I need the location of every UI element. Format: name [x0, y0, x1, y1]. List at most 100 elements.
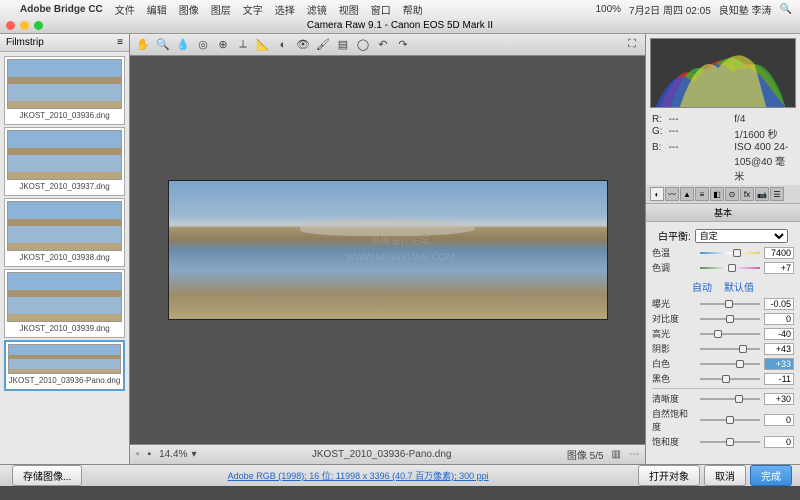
tab-split[interactable]: ◧ [710, 187, 724, 201]
slider-value[interactable]: -0.05 [764, 298, 794, 310]
battery-status: 100% [595, 4, 621, 15]
grad-tool[interactable]: ▤ [334, 37, 352, 53]
preview-image [168, 180, 608, 320]
slider-value[interactable]: +33 [764, 358, 794, 370]
slider-clarity: 清晰度 +30 [652, 392, 794, 405]
metadata: R:---f/4 G:---1/1600 秒 B:---ISO 400 24-1… [646, 112, 800, 185]
menu-file[interactable]: 文件 [115, 2, 135, 17]
slider-track[interactable] [700, 373, 760, 385]
slider-whites: 白色 +33 [652, 357, 794, 370]
sampler-tool[interactable]: ◎ [194, 37, 212, 53]
user-name[interactable]: 良知塾 李涛 [719, 2, 772, 17]
slider-value[interactable]: 0 [764, 414, 794, 426]
slider-track[interactable] [700, 298, 760, 310]
slider-value[interactable]: 0 [764, 436, 794, 448]
slider-track[interactable] [700, 313, 760, 325]
redeye-tool[interactable]: 👁 [294, 37, 312, 53]
auto-link[interactable]: 自动 [692, 279, 712, 294]
zoom-value[interactable]: 14.4% [159, 449, 187, 460]
tab-lens[interactable]: ⊙ [725, 187, 739, 201]
compare-icon[interactable]: ▥ [612, 449, 621, 460]
tab-basic[interactable]: ◐ [650, 187, 664, 201]
zoom-tool[interactable]: 🔍 [154, 37, 172, 53]
slider-track[interactable] [700, 414, 760, 426]
tab-hsl[interactable]: ≡ [695, 187, 709, 201]
hand-tool[interactable]: ✋ [134, 37, 152, 53]
slider-value[interactable]: 0 [764, 313, 794, 325]
slider-value[interactable]: +7 [764, 262, 794, 274]
tab-fx[interactable]: fx [740, 187, 754, 201]
close-window[interactable] [6, 21, 15, 30]
zoom-in[interactable]: ▪ [148, 449, 152, 460]
slider-exposure: 曝光 -0.05 [652, 297, 794, 310]
wb-picker-tool[interactable]: 💧 [174, 37, 192, 53]
window-title: Camera Raw 9.1 - Canon EOS 5D Mark II [307, 20, 493, 31]
slider-label: 白色 [652, 357, 696, 370]
app-name[interactable]: Adobe Bridge CC [20, 4, 103, 15]
current-filename: JKOST_2010_03936-Pano.dng [204, 449, 558, 460]
slider-value[interactable]: +30 [764, 393, 794, 405]
date-time: 7月2日 周四 02:05 [629, 2, 711, 17]
menu-view[interactable]: 视图 [339, 2, 359, 17]
filmstrip-menu-icon[interactable]: ≡ [117, 37, 123, 48]
tab-curve[interactable]: 〰 [665, 187, 679, 201]
zoom-out[interactable]: ▫ [136, 449, 140, 460]
crop-tool[interactable]: ⟂ [234, 37, 252, 53]
target-tool[interactable]: ⊕ [214, 37, 232, 53]
straighten-tool[interactable]: 📐 [254, 37, 272, 53]
menu-filter[interactable]: 滤镜 [307, 2, 327, 17]
menu-layer[interactable]: 图层 [211, 2, 231, 17]
slider-track[interactable] [700, 436, 760, 448]
cancel-button[interactable]: 取消 [704, 465, 746, 486]
menu-image[interactable]: 图像 [179, 2, 199, 17]
rating-icon[interactable]: ⋯ [629, 449, 639, 460]
slider-track[interactable] [700, 328, 760, 340]
slider-value[interactable]: +43 [764, 343, 794, 355]
spot-tool[interactable]: ◐ [274, 37, 292, 53]
slider-track[interactable] [700, 393, 760, 405]
workflow-link[interactable]: Adobe RGB (1998); 16 位; 11998 x 3396 (40… [82, 469, 634, 482]
preview-area[interactable]: 思缘设计论坛WWW.MISSYUAN.COM [130, 56, 645, 444]
wb-select[interactable]: 自定 [695, 229, 788, 243]
tab-detail[interactable]: ▲ [680, 187, 694, 201]
tab-camera[interactable]: 📷 [755, 187, 769, 201]
slider-track[interactable] [700, 262, 760, 274]
menu-window[interactable]: 窗口 [371, 2, 391, 17]
panel-title: 基本 [646, 204, 800, 222]
menu-select[interactable]: 选择 [275, 2, 295, 17]
brush-tool[interactable]: 🖌 [314, 37, 332, 53]
thumb-item[interactable]: JKOST_2010_03939.dng [4, 269, 125, 338]
rotate-cw[interactable]: ↷ [394, 37, 412, 53]
filmstrip-header: Filmstrip ≡ [0, 34, 129, 52]
window-titlebar: Camera Raw 9.1 - Canon EOS 5D Mark II [0, 18, 800, 34]
slider-track[interactable] [700, 358, 760, 370]
tab-preset[interactable]: ☰ [770, 187, 784, 201]
search-icon[interactable]: 🔍 [780, 4, 792, 15]
menu-text[interactable]: 文字 [243, 2, 263, 17]
menu-edit[interactable]: 编辑 [147, 2, 167, 17]
fullscreen-icon[interactable]: ⛶ [623, 37, 641, 53]
save-image-button[interactable]: 存储图像... [12, 465, 82, 486]
open-button[interactable]: 打开对象 [638, 465, 700, 486]
minimize-window[interactable] [20, 21, 29, 30]
thumb-item[interactable]: JKOST_2010_03937.dng [4, 127, 125, 196]
thumb-filename: JKOST_2010_03936-Pano.dng [8, 374, 121, 387]
slider-label: 自然饱和度 [652, 407, 696, 433]
maximize-window[interactable] [34, 21, 43, 30]
rotate-ccw[interactable]: ↶ [374, 37, 392, 53]
thumb-item[interactable]: JKOST_2010_03936.dng [4, 56, 125, 125]
default-link[interactable]: 默认值 [724, 279, 754, 294]
thumb-image [7, 272, 122, 322]
thumb-filename: JKOST_2010_03937.dng [7, 180, 122, 193]
thumb-item[interactable]: JKOST_2010_03936-Pano.dng [4, 340, 125, 391]
slider-value[interactable]: -40 [764, 328, 794, 340]
slider-value[interactable]: -11 [764, 373, 794, 385]
zoom-dropdown-icon[interactable]: ▾ [191, 449, 196, 460]
menu-help[interactable]: 帮助 [403, 2, 423, 17]
slider-value[interactable]: 7400 [764, 247, 794, 259]
slider-track[interactable] [700, 247, 760, 259]
done-button[interactable]: 完成 [750, 465, 792, 486]
thumb-item[interactable]: JKOST_2010_03938.dng [4, 198, 125, 267]
radial-tool[interactable]: ◯ [354, 37, 372, 53]
slider-track[interactable] [700, 343, 760, 355]
